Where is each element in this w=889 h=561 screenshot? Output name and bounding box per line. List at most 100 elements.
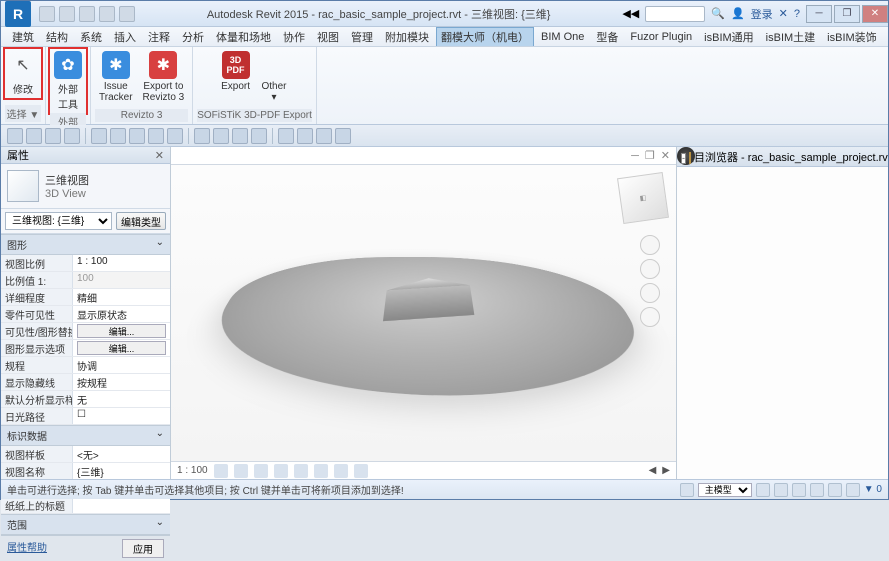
ribbon-button[interactable]: ✿外部 工具 xyxy=(50,49,86,113)
nav-home-icon[interactable] xyxy=(640,235,660,255)
tb-icon[interactable] xyxy=(167,128,183,144)
property-section-header[interactable]: 标识数据⌄ xyxy=(1,425,170,446)
edit-type-button[interactable]: 编辑类型 xyxy=(116,212,166,230)
shadow-icon[interactable] xyxy=(274,464,288,478)
property-value[interactable]: 编辑... xyxy=(73,340,170,356)
login-link[interactable]: 登录 xyxy=(751,6,773,22)
ribbon-tab[interactable]: 建筑 xyxy=(7,27,39,47)
property-value[interactable]: 精细 xyxy=(73,289,170,305)
search-icon[interactable]: 🔍 xyxy=(711,7,725,20)
view-cube[interactable]: ◧ xyxy=(617,172,669,224)
crop-icon[interactable] xyxy=(314,464,328,478)
property-edit-button[interactable]: 编辑... xyxy=(77,324,166,338)
tb-icon[interactable] xyxy=(26,128,42,144)
ribbon-button[interactable]: ↖修改 xyxy=(5,49,41,98)
3d-viewport[interactable]: ◧ xyxy=(171,165,676,461)
user-icon[interactable]: 👤 xyxy=(731,7,745,20)
hide-icon[interactable] xyxy=(334,464,348,478)
view-scale[interactable]: 1 : 100 xyxy=(177,465,208,476)
tb-icon[interactable] xyxy=(194,128,210,144)
ribbon-tab[interactable]: isBIM通用 xyxy=(699,27,759,47)
maximize-button[interactable]: ❐ xyxy=(834,5,860,23)
scroll-left-icon[interactable]: ◀ xyxy=(649,465,657,476)
sb-icon[interactable] xyxy=(756,483,770,497)
ribbon-tab[interactable]: 结构 xyxy=(41,27,73,47)
detail-level-icon[interactable] xyxy=(214,464,228,478)
tb-icon[interactable] xyxy=(129,128,145,144)
app-menu-icon[interactable]: R xyxy=(5,1,31,27)
tb-icon[interactable] xyxy=(278,128,294,144)
design-option-dropdown[interactable]: 主模型 xyxy=(698,483,752,497)
scroll-right-icon[interactable]: ▶ xyxy=(662,465,670,476)
ribbon-tab[interactable]: Fuzor Plugin xyxy=(625,29,697,45)
ribbon-tab[interactable]: 插入 xyxy=(109,27,141,47)
property-edit-button[interactable]: 编辑... xyxy=(77,341,166,355)
property-section-header[interactable]: 图形⌄ xyxy=(1,234,170,255)
ribbon-tab[interactable]: 管理 xyxy=(346,27,378,47)
property-value[interactable]: 按规程 xyxy=(73,374,170,390)
nav-zoom-icon[interactable] xyxy=(640,283,660,303)
ribbon-tab[interactable]: 协作 xyxy=(278,27,310,47)
tb-icon[interactable] xyxy=(45,128,61,144)
view-close-icon[interactable]: ✕ xyxy=(661,149,670,162)
property-section-header[interactable]: 范围⌄ xyxy=(1,514,170,535)
ribbon-tab[interactable]: 分析 xyxy=(177,27,209,47)
panel-close-icon[interactable]: ✕ xyxy=(155,149,164,162)
properties-help-link[interactable]: 属性帮助 xyxy=(7,539,47,558)
property-value[interactable]: 编辑... xyxy=(73,323,170,339)
tb-icon[interactable] xyxy=(91,128,107,144)
sb-icon[interactable] xyxy=(774,483,788,497)
worksets-icon[interactable] xyxy=(680,483,694,497)
visual-style-icon[interactable] xyxy=(234,464,248,478)
tb-icon[interactable] xyxy=(232,128,248,144)
reveal-icon[interactable] xyxy=(354,464,368,478)
ribbon-tab[interactable]: 体量和场地 xyxy=(211,27,276,47)
filter-icon[interactable] xyxy=(846,483,860,497)
tb-icon[interactable] xyxy=(316,128,332,144)
tb-icon[interactable] xyxy=(110,128,126,144)
sun-path-icon[interactable] xyxy=(254,464,268,478)
ribbon-tab[interactable]: 系统 xyxy=(75,27,107,47)
ribbon-button[interactable]: Other ▾ xyxy=(256,49,292,105)
sb-icon[interactable] xyxy=(810,483,824,497)
property-value[interactable]: 无 xyxy=(73,391,170,407)
qat-open-icon[interactable] xyxy=(39,6,55,22)
qat-undo-icon[interactable] xyxy=(79,6,95,22)
nav-back-icon[interactable]: ◀◀ xyxy=(622,7,639,20)
render-icon[interactable] xyxy=(294,464,308,478)
tb-icon[interactable] xyxy=(148,128,164,144)
ribbon-tab[interactable]: isBIM土建 xyxy=(761,27,821,47)
tb-icon[interactable] xyxy=(64,128,80,144)
sb-icon[interactable] xyxy=(792,483,806,497)
tree-toggle-icon[interactable]: - xyxy=(681,153,686,164)
property-value[interactable]: 显示原状态 xyxy=(73,306,170,322)
type-selector[interactable]: 三维视图: {三维} xyxy=(5,212,112,230)
property-value[interactable]: ☐ xyxy=(73,408,170,424)
property-value[interactable] xyxy=(73,497,170,513)
qat-print-icon[interactable] xyxy=(119,6,135,22)
property-value[interactable]: 1 : 100 xyxy=(73,255,170,271)
minimize-button[interactable]: ─ xyxy=(806,5,832,23)
ribbon-tab[interactable]: 翻模大师（机电） xyxy=(436,27,534,46)
tb-icon[interactable] xyxy=(335,128,351,144)
view-maximize-icon[interactable]: ❐ xyxy=(645,149,655,162)
ribbon-tab[interactable]: 附加模块 xyxy=(380,27,434,47)
view-minimize-icon[interactable]: ─ xyxy=(631,150,639,162)
property-value[interactable]: 协调 xyxy=(73,357,170,373)
ribbon-tab[interactable]: 型备 xyxy=(591,27,623,47)
qat-redo-icon[interactable] xyxy=(99,6,115,22)
ribbon-tab[interactable]: BIM One xyxy=(536,29,589,45)
ribbon-button[interactable]: ✱Export to Revizto 3 xyxy=(139,49,189,105)
ribbon-button[interactable]: ✱Issue Tracker xyxy=(95,49,137,105)
tb-icon[interactable] xyxy=(213,128,229,144)
nav-orbit-icon[interactable] xyxy=(640,307,660,327)
tb-icon[interactable] xyxy=(7,128,23,144)
exchange-icon[interactable]: ✕ xyxy=(779,7,788,20)
navigation-bar[interactable] xyxy=(640,235,660,327)
ribbon-button[interactable]: 3D PDFExport xyxy=(217,49,254,94)
apply-button[interactable]: 应用 xyxy=(122,539,164,558)
close-button[interactable]: ✕ xyxy=(862,5,888,23)
property-value[interactable]: {三维} xyxy=(73,463,170,479)
ribbon-tab[interactable]: 注释 xyxy=(143,27,175,47)
browser-tree[interactable]: -视图 (all)+楼层平面 (Floor Plan)+三维视图 (3D Vie… xyxy=(677,147,695,165)
